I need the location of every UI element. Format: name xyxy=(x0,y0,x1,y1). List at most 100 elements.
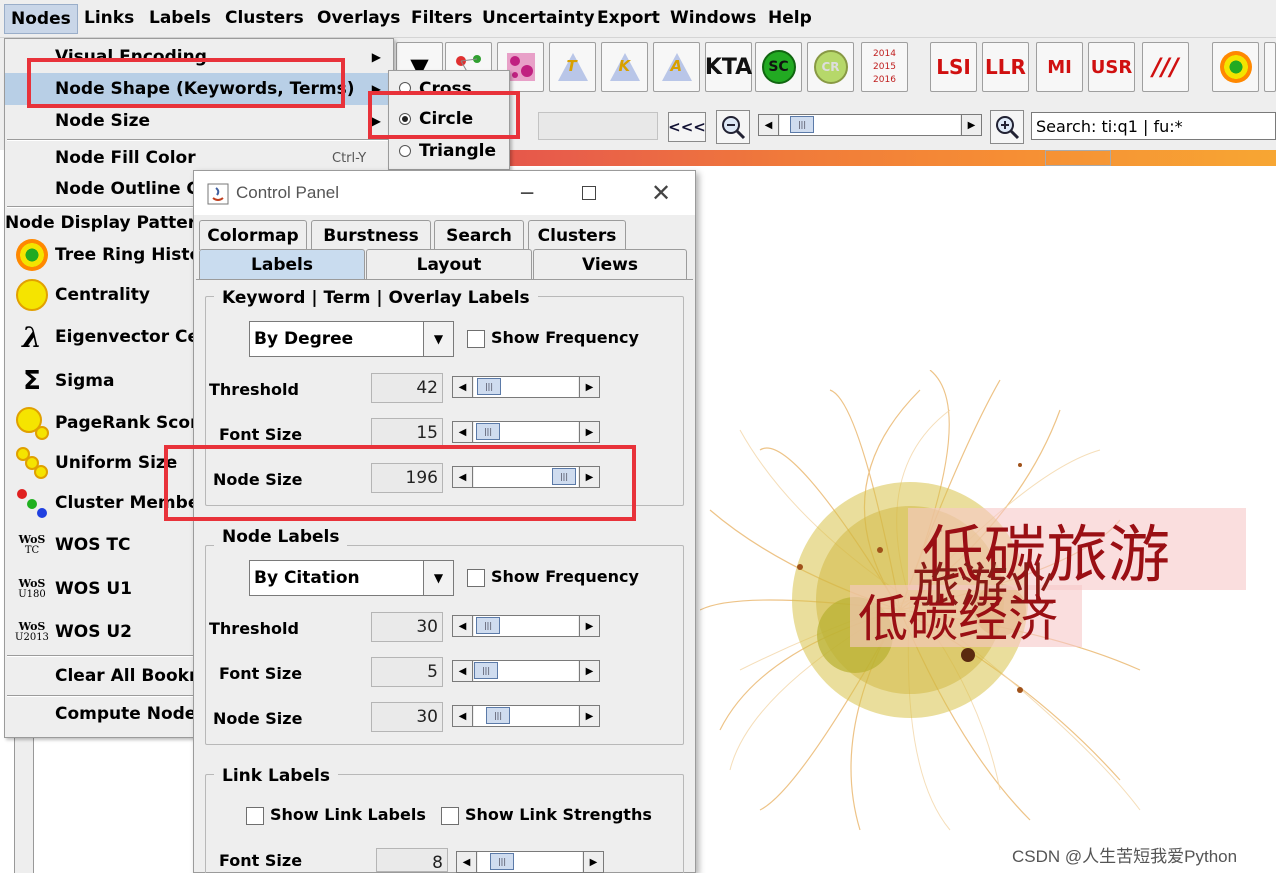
menu-separator xyxy=(7,139,391,141)
slider-left-arrow[interactable]: ◀ xyxy=(453,661,473,681)
close-button[interactable]: ✕ xyxy=(641,175,681,211)
submenu-arrow-icon: ▶ xyxy=(371,50,381,64)
llr-toolbar-button[interactable]: LLR xyxy=(982,42,1029,92)
cr-toolbar-button[interactable]: CR xyxy=(807,42,854,92)
menu-links[interactable]: Links xyxy=(84,8,134,28)
back-button[interactable]: <<< xyxy=(668,112,706,142)
slider-thumb[interactable]: ||| xyxy=(790,116,814,133)
slider-left-arrow[interactable]: ◀ xyxy=(453,377,473,397)
show-link-strengths-checkbox[interactable] xyxy=(441,807,459,825)
mi-toolbar-button[interactable]: MI xyxy=(1036,42,1083,92)
zoom-out-icon xyxy=(722,116,746,140)
control-panel-titlebar[interactable]: Control Panel ─ ✕ xyxy=(194,171,695,215)
slider-left-arrow[interactable]: ◀ xyxy=(759,115,779,135)
slider-left-arrow[interactable]: ◀ xyxy=(453,616,473,636)
slider-right-arrow[interactable]: ▶ xyxy=(579,661,599,681)
node-threshold-slider[interactable]: ◀ ||| ▶ xyxy=(452,615,600,637)
close-icon: ✕ xyxy=(650,179,672,207)
search-input[interactable] xyxy=(1031,112,1276,140)
wos-tc-icon: WoS TC xyxy=(18,533,46,556)
slider-left-arrow[interactable]: ◀ xyxy=(457,852,477,872)
slider-thumb[interactable]: ||| xyxy=(476,423,500,440)
maximize-button[interactable] xyxy=(569,175,609,211)
menu-windows[interactable]: Windows xyxy=(670,8,756,28)
node-labels-title: Node Labels xyxy=(214,527,348,547)
keyword-threshold-slider[interactable]: ◀ ||| ▶ xyxy=(452,376,600,398)
minimize-button[interactable]: ─ xyxy=(507,175,547,211)
slider-thumb[interactable]: ||| xyxy=(477,378,501,395)
keyword-show-frequency-checkbox[interactable] xyxy=(467,330,485,348)
node-font-size-slider[interactable]: ◀ ||| ▶ xyxy=(452,660,600,682)
tab-divider xyxy=(196,279,693,280)
tab-clusters[interactable]: Clusters xyxy=(528,220,626,250)
menu-clusters[interactable]: Clusters xyxy=(225,8,304,28)
menu-item-node-size[interactable]: Node Size ▶ xyxy=(5,105,391,137)
tab-layout[interactable]: Layout xyxy=(366,249,532,279)
menu-overlays[interactable]: Overlays xyxy=(317,8,400,28)
node-label-mode-select[interactable]: By Citation ▼ xyxy=(249,560,454,596)
network-visualization[interactable]: 低碳旅游 旅游业 低碳经济 xyxy=(700,370,1260,840)
node-node-size-slider[interactable]: ◀ ||| ▶ xyxy=(452,705,600,727)
years-toolbar-button[interactable]: 2014 2015 2016 xyxy=(861,42,908,92)
more-toolbar-button[interactable] xyxy=(1264,42,1276,92)
tab-search[interactable]: Search xyxy=(434,220,524,250)
usr-toolbar-button[interactable]: USR xyxy=(1088,42,1135,92)
menu-labels[interactable]: Labels xyxy=(149,8,211,28)
slider-thumb[interactable]: ||| xyxy=(476,617,500,634)
menu-export[interactable]: Export xyxy=(597,8,660,28)
blank-field[interactable] xyxy=(538,112,658,140)
slider-left-arrow[interactable]: ◀ xyxy=(453,422,473,442)
kta-toolbar-button[interactable]: KTA xyxy=(705,42,752,92)
cr-icon: CR xyxy=(813,50,848,84)
minimize-icon: ─ xyxy=(520,181,534,205)
centrality-icon xyxy=(16,279,48,311)
shape-option-triangle[interactable]: Triangle xyxy=(389,137,509,167)
chevron-down-icon[interactable]: ▼ xyxy=(423,322,453,356)
tree-ring-toolbar-button[interactable] xyxy=(1212,42,1259,92)
zoom-out-button[interactable] xyxy=(716,110,750,144)
menu-uncertainty[interactable]: Uncertainty xyxy=(482,8,595,28)
sc-toolbar-button[interactable]: SC xyxy=(755,42,802,92)
tab-views[interactable]: Views xyxy=(533,249,687,279)
slider-right-arrow[interactable]: ▶ xyxy=(579,616,599,636)
slider-thumb[interactable]: ||| xyxy=(490,853,514,870)
menubar: Nodes Links Labels Clusters Overlays Fil… xyxy=(0,0,1276,38)
slashes-toolbar-button[interactable]: /// xyxy=(1142,42,1189,92)
link-font-size-label: Font Size xyxy=(219,851,303,870)
link-font-size-value: 8 xyxy=(376,848,448,873)
control-panel-window: Control Panel ─ ✕ Colormap Burstness Sea… xyxy=(193,170,696,873)
timeline-a-toolbar-button[interactable]: A xyxy=(653,42,700,92)
show-link-labels-checkbox[interactable] xyxy=(246,807,264,825)
slider-right-arrow[interactable]: ▶ xyxy=(583,852,603,872)
slider-thumb[interactable]: ||| xyxy=(474,662,498,679)
timeline-t-toolbar-button[interactable]: T xyxy=(549,42,596,92)
years-label: 2014 2015 2016 xyxy=(873,48,896,85)
slider-right-arrow[interactable]: ▶ xyxy=(579,706,599,726)
keyword-label-mode-select[interactable]: By Degree ▼ xyxy=(249,321,454,357)
slider-thumb[interactable]: ||| xyxy=(486,707,510,724)
triangle-k-icon: K xyxy=(609,53,640,81)
chevron-down-icon[interactable]: ▼ xyxy=(423,561,453,595)
radio-triangle[interactable] xyxy=(399,145,411,157)
timeline-k-toolbar-button[interactable]: K xyxy=(601,42,648,92)
menu-help[interactable]: Help xyxy=(768,8,812,28)
node-node-size-label: Node Size xyxy=(213,709,303,728)
tab-colormap[interactable]: Colormap xyxy=(199,220,307,250)
slider-left-arrow[interactable]: ◀ xyxy=(453,706,473,726)
zoom-in-button[interactable] xyxy=(990,110,1024,144)
node-show-frequency-checkbox[interactable] xyxy=(467,569,485,587)
zoom-slider[interactable]: ◀ ||| ▶ xyxy=(758,114,982,136)
tab-burstness[interactable]: Burstness xyxy=(311,220,431,250)
slider-right-arrow[interactable]: ▶ xyxy=(579,377,599,397)
keyword-font-size-slider[interactable]: ◀ ||| ▶ xyxy=(452,421,600,443)
slider-right-arrow[interactable]: ▶ xyxy=(961,115,981,135)
tab-labels[interactable]: Labels xyxy=(199,249,365,279)
lsi-toolbar-button[interactable]: LSI xyxy=(930,42,977,92)
menu-nodes[interactable]: Nodes xyxy=(4,4,78,34)
menu-filters[interactable]: Filters xyxy=(411,8,472,28)
slider-right-arrow[interactable]: ▶ xyxy=(579,422,599,442)
java-app-icon xyxy=(207,183,229,205)
maximize-icon xyxy=(582,186,596,200)
pagerank-icon xyxy=(16,407,49,440)
link-font-size-slider[interactable]: ◀ ||| ▶ xyxy=(456,851,604,873)
